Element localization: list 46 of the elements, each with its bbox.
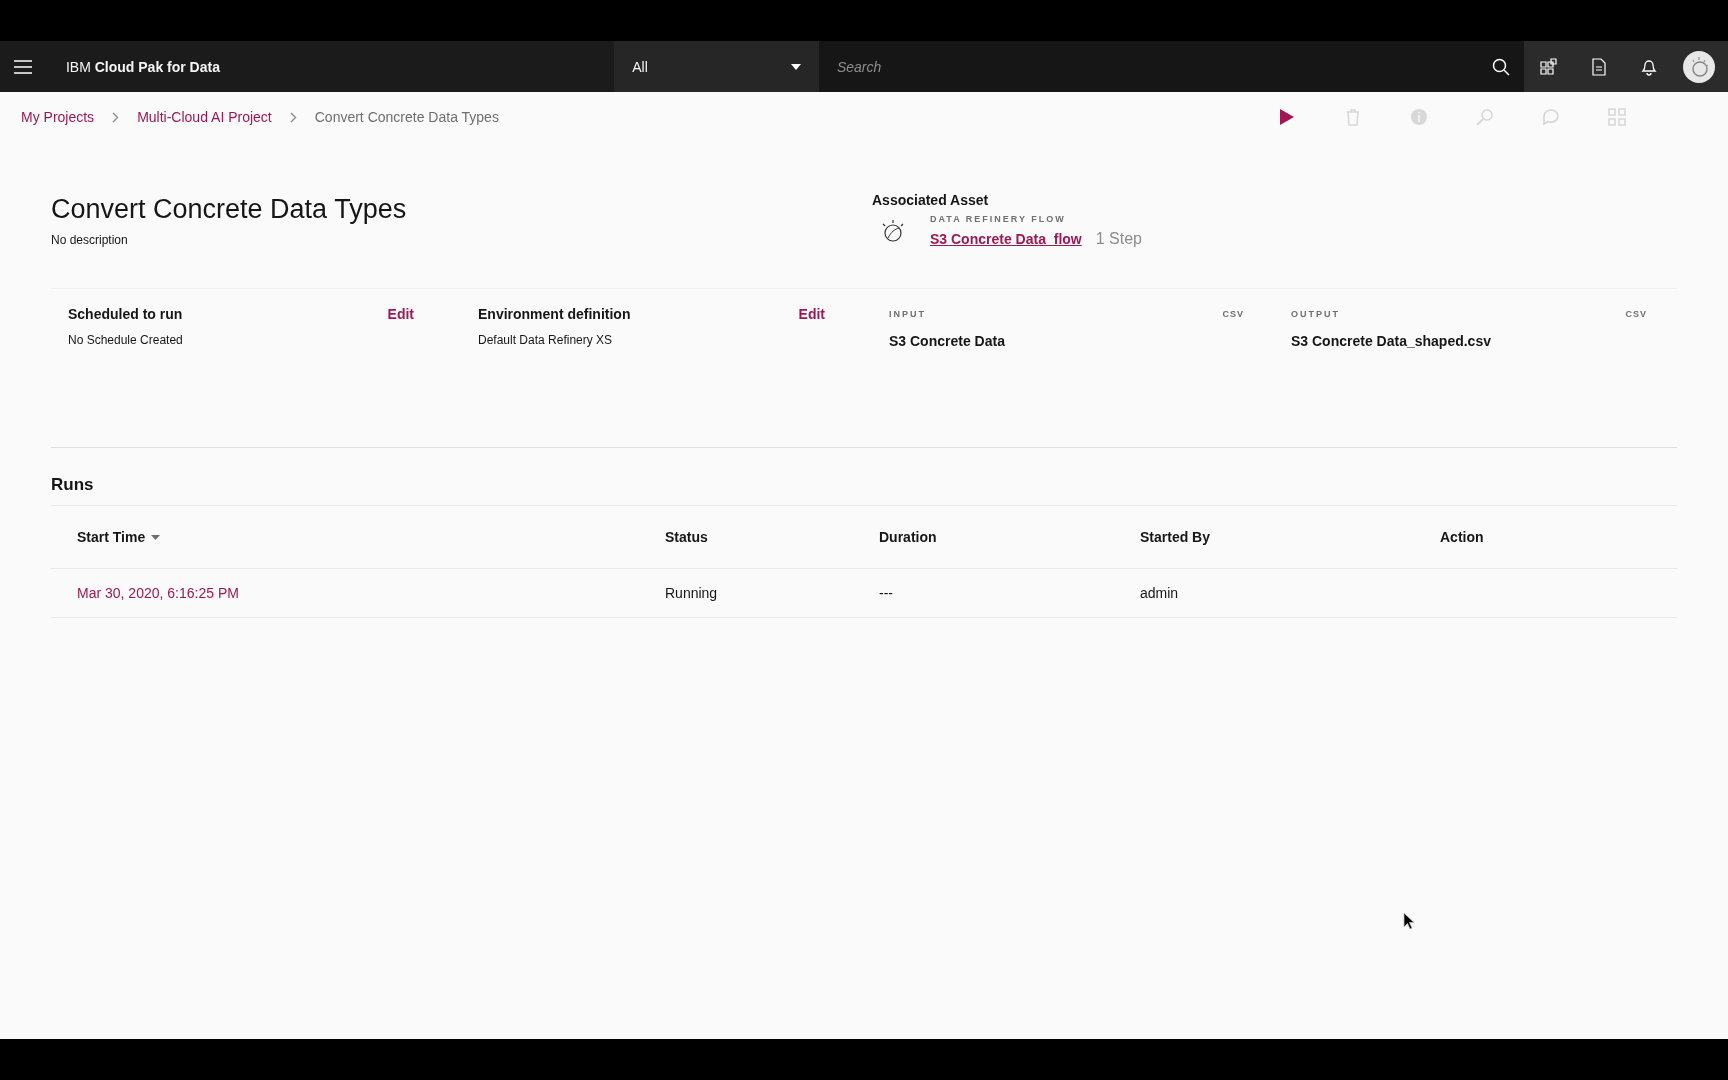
column-header: Started By	[1140, 529, 1212, 545]
format-label: CSV	[1625, 309, 1647, 319]
sort-icon	[151, 534, 161, 540]
breadcrumb-link[interactable]: My Projects	[21, 109, 95, 125]
edit-link[interactable]: Edit	[387, 306, 414, 322]
refinery-flow-icon[interactable]	[880, 218, 906, 244]
asset-link[interactable]: S3 Concrete Data_flow	[930, 231, 1082, 247]
column-header[interactable]: Start Time	[77, 529, 146, 545]
breadcrumb-link[interactable]: Multi-Cloud AI Project	[137, 109, 272, 125]
column-header: Duration	[879, 529, 938, 545]
data-asset-name: S3 Concrete Data_shaped.csv	[1291, 333, 1492, 349]
scope-dropdown[interactable]: All	[614, 41, 819, 92]
avatar-icon[interactable]	[1683, 50, 1715, 83]
field-value: No Schedule Created	[68, 333, 184, 347]
section-heading: Associated Asset	[872, 192, 990, 208]
section-heading: Runs	[51, 475, 1677, 506]
cursor-icon	[1403, 912, 1415, 930]
field-label: OUTPUT	[1291, 309, 1340, 319]
table-cell-text: Running	[665, 585, 719, 601]
format-label: CSV	[1222, 309, 1244, 319]
data-asset-name: S3 Concrete Data	[889, 333, 1006, 349]
product-name: IBM Cloud Pak for Data	[65, 58, 221, 75]
breadcrumb-current: Convert Concrete Data Types	[314, 109, 499, 125]
field-label: Scheduled to run	[68, 306, 183, 322]
table-cell-text: ---	[879, 585, 894, 601]
chevron-icon[interactable]	[112, 111, 120, 123]
notification-icon[interactable]	[1640, 57, 1658, 76]
caret-icon[interactable]	[790, 63, 801, 70]
chevron-icon[interactable]	[289, 111, 297, 123]
edit-link[interactable]: Edit	[798, 306, 825, 322]
apps-icon[interactable]	[1540, 57, 1558, 76]
field-label: Environment definition	[478, 306, 631, 322]
asset-type-label: DATA REFINERY FLOW	[930, 214, 1067, 224]
job-title: Convert Concrete Data Types	[51, 194, 408, 225]
column-header: Action	[1440, 529, 1485, 545]
step-count: 1 Step	[1095, 230, 1142, 248]
field-value: Default Data Refinery XS	[478, 333, 614, 347]
menu-icon[interactable]	[13, 59, 32, 74]
search-icon[interactable]	[1492, 57, 1510, 76]
job-description: No description	[51, 233, 129, 247]
search-field[interactable]: Search	[818, 41, 1478, 92]
document-icon[interactable]	[1590, 57, 1608, 76]
field-label: INPUT	[889, 309, 926, 319]
column-header: Status	[665, 529, 709, 545]
table-cell-text: admin	[1140, 585, 1180, 601]
run-link[interactable]: Mar 30, 2020, 6:16:25 PM	[77, 585, 665, 601]
